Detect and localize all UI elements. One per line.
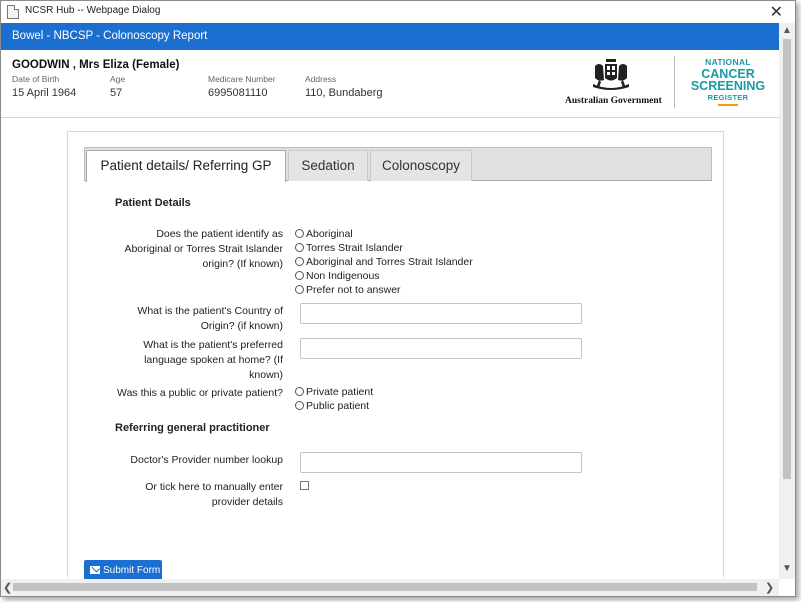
report-header: Bowel - NBCSP - Colonoscopy Report (1, 23, 779, 50)
submit-form-button[interactable]: Submit Form (84, 560, 162, 581)
radio-button[interactable] (295, 257, 304, 266)
country-question: What is the patient's Country of Origin?… (137, 305, 283, 332)
logo-divider (674, 56, 675, 108)
title-bar: NCSR Hub -- Webpage Dialog ✕ (1, 1, 795, 23)
australian-government-logo: Australian Government (563, 56, 663, 108)
provider-number-input[interactable] (300, 452, 582, 473)
indigenous-question: Does the patient identify as Aboriginal … (124, 228, 283, 270)
radio-button[interactable] (295, 243, 304, 252)
horizontal-scroll-thumb[interactable] (13, 583, 757, 591)
radio-button[interactable] (295, 229, 304, 238)
vertical-scrollbar[interactable]: ▲ ▼ (779, 23, 795, 579)
ncsr-logo-line3: SCREENING (690, 79, 766, 93)
address-label: Address (305, 74, 337, 84)
radio-public-patient[interactable]: Public patient (295, 400, 369, 414)
radio-label: Torres Strait Islander (306, 242, 403, 254)
radio-aboriginal[interactable]: Aboriginal (295, 228, 353, 242)
medicare-value: 6995081110 (208, 87, 268, 99)
radio-label: Non Indigenous (306, 270, 380, 282)
horizontal-scrollbar[interactable]: ❮ ❯ (1, 579, 779, 596)
radio-aboriginal-and-torres[interactable]: Aboriginal and Torres Strait Islander (295, 256, 473, 270)
scroll-down-icon[interactable]: ▼ (782, 563, 792, 574)
radio-private-patient[interactable]: Private patient (295, 386, 373, 400)
dialog-window: NCSR Hub -- Webpage Dialog ✕ Bowel - NBC… (0, 0, 796, 597)
gov-logo-text: Australian Government (565, 96, 662, 106)
radio-label: Public patient (306, 400, 370, 412)
report-title: Bowel - NBCSP - Colonoscopy Report (12, 30, 208, 42)
radio-label: Aboriginal (306, 228, 353, 240)
submit-label: Submit Form (103, 565, 161, 576)
scroll-right-icon[interactable]: ❯ (765, 581, 774, 594)
envelope-icon (90, 566, 100, 574)
patient-type-question: Was this a public or private patient? (117, 387, 283, 399)
radio-label: Aboriginal and Torres Strait Islander (306, 256, 473, 268)
preferred-language-input[interactable] (300, 338, 582, 359)
tab-bar: Patient details/ Referring GP Sedation C… (84, 147, 712, 182)
ncsr-logo: NATIONAL CANCER SCREENING REGISTER (683, 58, 773, 106)
close-icon[interactable]: ✕ (770, 2, 783, 22)
address-value: 110, Bundaberg (305, 87, 383, 99)
manual-entry-checkbox[interactable] (300, 481, 309, 490)
form-content: Patient details/ Referring GP Sedation C… (1, 119, 779, 577)
radio-button[interactable] (295, 401, 304, 410)
scroll-up-icon[interactable]: ▲ (782, 25, 792, 36)
tab-patient-details[interactable]: Patient details/ Referring GP (86, 150, 286, 182)
radio-label: Private patient (306, 386, 374, 398)
radio-non-indigenous[interactable]: Non Indigenous (295, 270, 380, 284)
radio-label: Prefer not to answer (306, 284, 401, 296)
ncsr-logo-underline (718, 104, 738, 106)
tab-sedation[interactable]: Sedation (288, 150, 368, 181)
radio-torres-strait-islander[interactable]: Torres Strait Islander (295, 242, 403, 256)
medicare-label: Medicare Number (208, 74, 276, 84)
vertical-scroll-thumb[interactable] (783, 39, 791, 479)
ncsr-logo-line4: REGISTER (707, 92, 749, 102)
page-icon (7, 5, 19, 19)
radio-button[interactable] (295, 285, 304, 294)
dob-label: Date of Birth (12, 74, 60, 84)
window-title: NCSR Hub -- Webpage Dialog (25, 5, 161, 16)
scroll-left-icon[interactable]: ❮ (3, 581, 12, 594)
language-question: What is the patient's preferred language… (143, 339, 283, 381)
referring-gp-heading: Referring general practitioner (115, 422, 270, 434)
country-of-origin-input[interactable] (300, 303, 582, 324)
radio-button[interactable] (295, 387, 304, 396)
radio-prefer-not-to-answer[interactable]: Prefer not to answer (295, 284, 401, 298)
tab-colonoscopy[interactable]: Colonoscopy (370, 150, 472, 181)
age-label: Age (110, 74, 126, 84)
ncsr-logo-line1: NATIONAL (705, 57, 751, 67)
coat-of-arms-icon (593, 59, 629, 90)
patient-name: GOODWIN , Mrs Eliza (Female) (12, 59, 180, 71)
manual-entry-label: Or tick here to manually enter provider … (145, 481, 283, 508)
age-value: 57 (110, 87, 123, 99)
patient-details-heading: Patient Details (115, 197, 191, 209)
provider-lookup-label: Doctor's Provider number lookup (130, 454, 283, 466)
radio-button[interactable] (295, 271, 304, 280)
dob-value: 15 April 1964 (12, 87, 77, 99)
patient-banner: GOODWIN , Mrs Eliza (Female) Date of Bir… (1, 50, 779, 118)
form-card: Patient details/ Referring GP Sedation C… (67, 131, 724, 577)
